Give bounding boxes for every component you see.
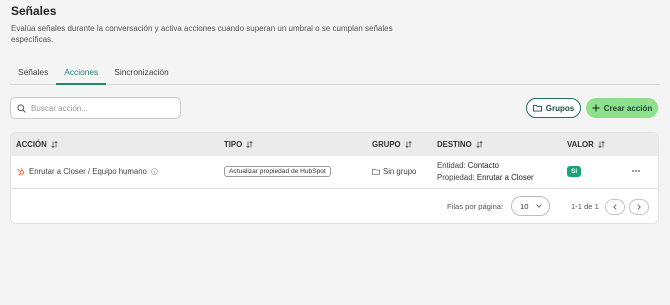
sort-icon[interactable]: [598, 141, 605, 148]
chevron-right-icon: [637, 204, 641, 210]
type-badge: Actualizar propiedad de HubSpot: [224, 166, 331, 177]
tab-acciones[interactable]: Acciones: [56, 63, 107, 85]
column-label: GRUPO: [372, 140, 401, 149]
type-cell: Actualizar propiedad de HubSpot: [224, 166, 331, 177]
column-header-valor[interactable]: VALOR: [567, 140, 605, 149]
rows-per-page-select[interactable]: 10: [511, 196, 550, 216]
folder-icon: [372, 168, 380, 175]
column-label: DESTINO: [437, 140, 472, 149]
column-header-destino[interactable]: DESTINO: [437, 140, 483, 149]
groups-button-label: Grupos: [545, 103, 575, 113]
action-cell: Enrutar a Closer / Equipo humano: [16, 167, 158, 176]
chevron-down-icon: [536, 204, 543, 208]
page-title: Señales: [11, 4, 57, 18]
destination-entity-value: Contacto: [467, 161, 500, 170]
plus-icon: [592, 104, 600, 112]
column-header-accion[interactable]: ACCIÓN: [16, 140, 58, 149]
table-header: ACCIÓN TIPO GRUPO DESTINO VALOR: [11, 133, 658, 156]
chevron-left-icon: [613, 204, 617, 210]
action-name[interactable]: Enrutar a Closer / Equipo humano: [29, 167, 147, 176]
table-row[interactable]: Enrutar a Closer / Equipo humano Actuali…: [11, 156, 658, 189]
groups-button[interactable]: Grupos: [526, 98, 581, 118]
sort-icon[interactable]: [404, 141, 412, 148]
create-action-label: Crear acción: [603, 103, 653, 113]
search-icon: [17, 103, 26, 113]
group-name: Sin grupo: [383, 167, 417, 176]
more-icon[interactable]: [631, 169, 641, 173]
destination-cell: Entidad: Contacto Propiedad: Enrutar a C…: [437, 160, 534, 184]
sort-icon[interactable]: [51, 141, 58, 148]
column-label: TIPO: [224, 140, 243, 149]
rows-per-page-label: Filas por página:: [447, 202, 504, 211]
destination-entity-label: Entidad:: [437, 161, 466, 170]
folder-icon: [532, 104, 542, 112]
rows-per-page-value: 10: [520, 201, 529, 211]
column-label: ACCIÓN: [16, 140, 47, 149]
destination-property: Propiedad: Enrutar a Closer: [437, 172, 534, 184]
tab-sincronizacion[interactable]: Sincronización: [106, 63, 176, 85]
tab-senales[interactable]: Señales: [10, 63, 56, 85]
create-action-button[interactable]: Crear acción: [586, 98, 658, 118]
destination-entity: Entidad: Contacto: [437, 160, 534, 172]
column-label: VALOR: [567, 140, 594, 149]
pagination-range: 1-1 de 1: [571, 202, 599, 211]
page-description: Evalúa señales durante la conversación y…: [11, 24, 393, 44]
next-page-button[interactable]: [629, 199, 649, 215]
column-header-tipo[interactable]: TIPO: [224, 140, 253, 149]
destination-property-label: Propiedad:: [437, 173, 475, 182]
prev-page-button[interactable]: [605, 199, 625, 215]
value-cell: Sí: [567, 166, 582, 177]
sort-icon[interactable]: [475, 141, 483, 148]
hubspot-icon: [16, 167, 25, 176]
search-box[interactable]: [10, 97, 181, 119]
destination-property-value: Enrutar a Closer: [476, 173, 534, 182]
search-input[interactable]: [31, 103, 171, 113]
tab-bar: Señales Acciones Sincronización: [10, 63, 660, 85]
info-icon[interactable]: [151, 168, 158, 175]
actions-table: ACCIÓN TIPO GRUPO DESTINO VALOR Enrutar …: [10, 132, 659, 224]
sort-icon[interactable]: [246, 141, 253, 148]
column-header-grupo[interactable]: GRUPO: [372, 140, 412, 149]
group-cell: Sin grupo: [372, 167, 416, 176]
value-badge: Sí: [567, 166, 582, 177]
page-header: Señales Evalúa señales durante la conver…: [11, 4, 431, 45]
